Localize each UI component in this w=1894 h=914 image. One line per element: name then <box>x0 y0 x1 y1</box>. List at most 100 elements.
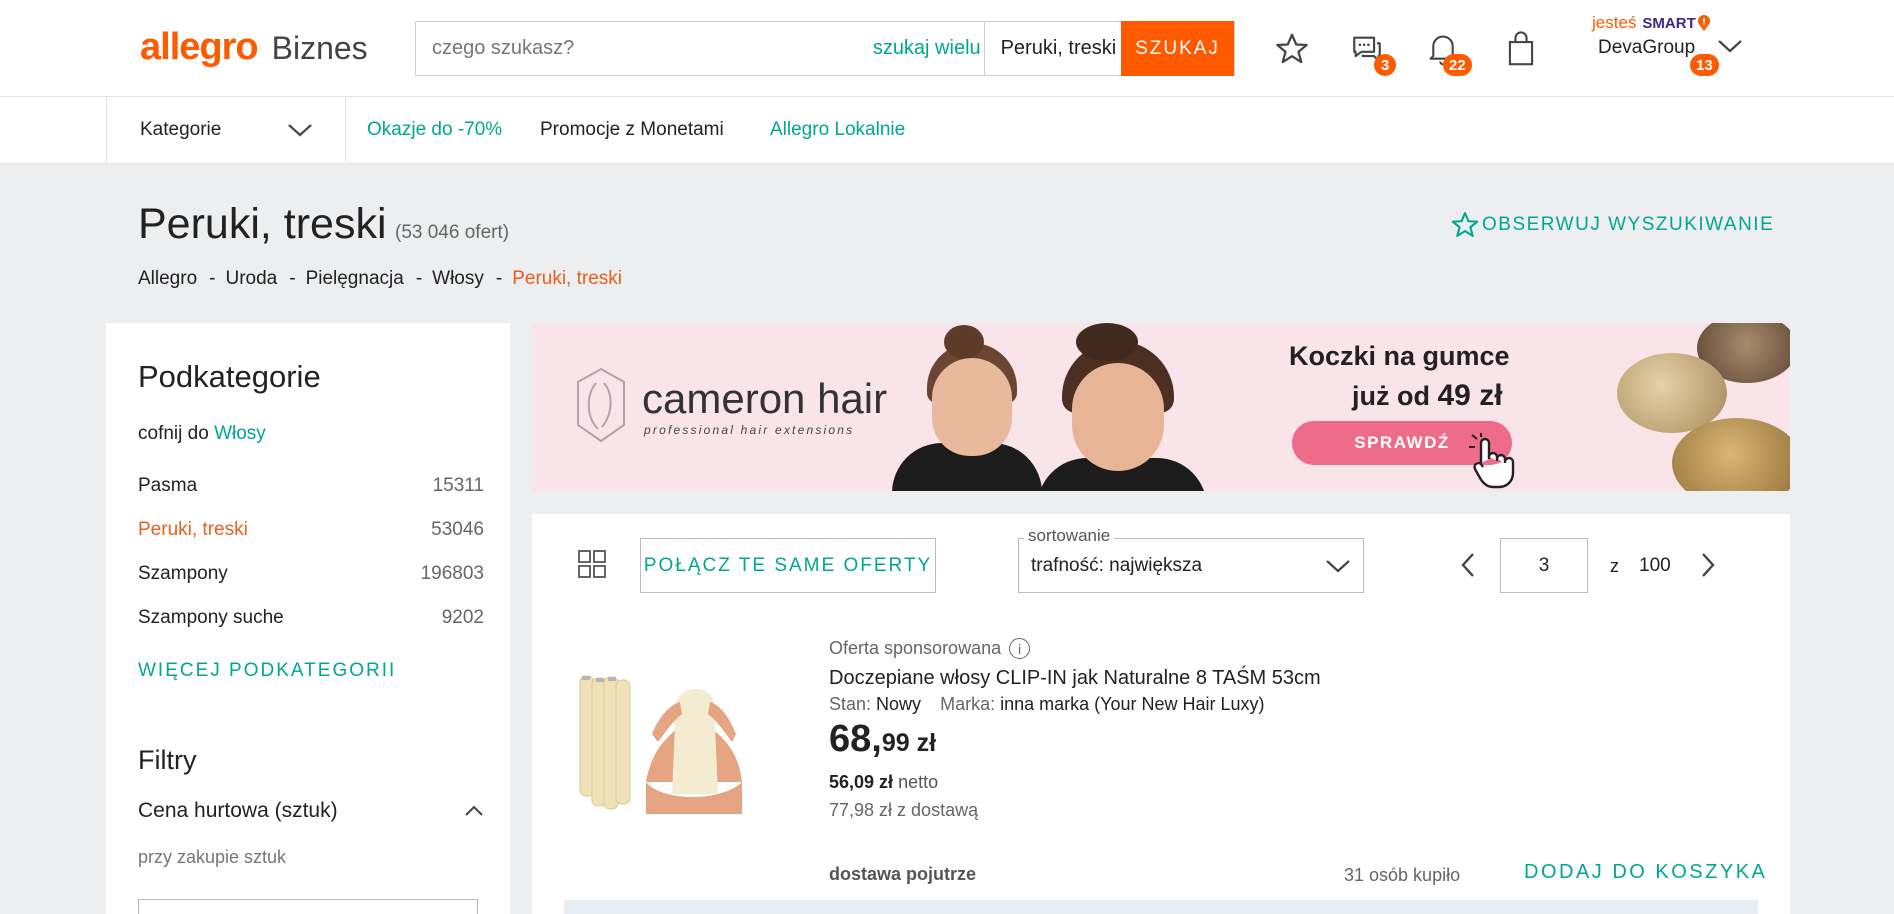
notifications-badge: 22 <box>1443 54 1472 76</box>
back-to-parent: cofnij do Włosy <box>138 423 266 445</box>
quantity-input[interactable] <box>138 899 478 914</box>
offer-netto: 56,09 zł netto <box>829 772 938 793</box>
stan-label: Stan: <box>829 694 872 714</box>
next-offer-row <box>564 900 1758 914</box>
breadcrumb-separator: - <box>495 268 503 289</box>
notifications-bell-icon[interactable]: 22 <box>1422 28 1472 76</box>
subcategory-label: Pasma <box>138 475 198 496</box>
subcategory-item[interactable]: Szampony 196803 <box>138 563 484 585</box>
cart-bag-icon[interactable] <box>1500 28 1542 70</box>
subcategory-label: Szampony suche <box>138 607 284 628</box>
page-number-input[interactable] <box>1500 538 1588 593</box>
banner-brand-sub: professional hair extensions <box>644 423 855 437</box>
pointer-hand-icon <box>1469 433 1515 489</box>
subcategory-item-active[interactable]: Peruki, treski 53046 <box>138 519 484 541</box>
logo-biznes: Biznes <box>271 30 368 66</box>
merge-offers-button[interactable]: POŁĄCZ TE SAME OFERTY <box>640 538 936 593</box>
search-category-value: Peruki, treski <box>1000 37 1117 59</box>
sort-value: trafność: największa <box>1031 554 1203 576</box>
subcategory-label: Szampony <box>138 563 228 584</box>
smart-label: SMART <box>1642 14 1696 32</box>
cameron-hair-logo-icon <box>577 367 625 443</box>
netto-label: netto <box>898 772 939 792</box>
nav-link-allegro-lokalnie[interactable]: Allegro Lokalnie <box>770 119 905 141</box>
user-account-name[interactable]: DevaGroup <box>1598 37 1695 59</box>
sort-label: sortowanie <box>1024 526 1115 546</box>
back-link[interactable]: Włosy <box>214 423 266 444</box>
user-badge: 13 <box>1690 54 1719 76</box>
offer-shipping-time: dostawa pojutrze <box>829 864 977 884</box>
breadcrumb-separator: - <box>415 268 423 289</box>
messages-icon[interactable]: 3 <box>1346 28 1396 76</box>
banner-price-prefix: już od <box>1352 381 1430 411</box>
price-filter-header[interactable]: Cena hurtowa (sztuk) <box>138 799 484 823</box>
offer-price: 68,99 zł <box>829 718 936 761</box>
sponsored-text: Oferta sponsorowana <box>829 638 1002 658</box>
grid-view-icon[interactable] <box>578 550 606 578</box>
more-subcategories-link[interactable]: WIĘCEJ PODKATEGORII <box>138 660 396 682</box>
banner-brand: cameron hair <box>642 375 888 422</box>
top-header: allegro Biznes szukaj wielu Peruki, tres… <box>0 0 1894 97</box>
listing-panel: POŁĄCZ TE SAME OFERTY sortowanie trafnoś… <box>532 514 1790 914</box>
observe-label: OBSERWUJ WYSZUKIWANIE <box>1482 214 1775 235</box>
add-to-cart-button[interactable]: DODAJ DO KOSZYKA <box>1524 861 1767 884</box>
back-prefix: cofnij do <box>138 423 209 444</box>
allegro-biznes-logo[interactable]: allegro Biznes <box>140 26 368 69</box>
promo-banner[interactable]: cameron hair professional hair extension… <box>532 323 1790 491</box>
subcategory-count: 53046 <box>431 519 484 540</box>
breadcrumb-item[interactable]: Allegro <box>138 268 197 290</box>
subcategory-item[interactable]: Pasma 15311 <box>138 475 484 497</box>
categories-label: Kategorie <box>140 119 222 140</box>
info-icon[interactable]: i <box>1009 638 1031 659</box>
subcategories-title: Podkategorie <box>138 359 321 394</box>
chevron-down-icon <box>1326 559 1350 572</box>
sort-select[interactable]: trafność: największa <box>1018 538 1364 593</box>
chevron-down-icon <box>288 124 312 137</box>
offer-bought-count: 31 osób kupiło <box>1344 865 1461 885</box>
nav-link-promocje[interactable]: Promocje z Monetami <box>540 119 724 141</box>
offer-title-link[interactable]: Doczepiane włosy CLIP-IN jak Naturalne 8… <box>829 667 1321 690</box>
page-total: 100 <box>1639 555 1671 576</box>
page-of-label: z <box>1610 556 1619 576</box>
subcategory-count: 196803 <box>420 563 484 584</box>
messages-badge: 3 <box>1374 54 1396 76</box>
breadcrumb-item[interactable]: Uroda <box>225 268 277 290</box>
search-multi-link[interactable]: szukaj wielu <box>870 22 985 75</box>
next-page-icon[interactable] <box>1700 552 1716 578</box>
breadcrumb-separator: - <box>289 268 296 289</box>
breadcrumb-current[interactable]: Peruki, treski <box>512 268 622 290</box>
breadcrumb-separator: - <box>209 268 216 289</box>
breadcrumb-item[interactable]: Pielęgnacja <box>306 268 404 290</box>
stan-value: Nowy <box>876 694 922 714</box>
banner-headline: Koczki na gumce <box>1289 341 1510 371</box>
subcategory-label: Peruki, treski <box>138 519 248 540</box>
sidebar: Podkategorie cofnij do Włosy Pasma 15311… <box>106 323 510 914</box>
offers-count: (53 046 ofert) <box>395 222 510 243</box>
favorites-star-icon[interactable] <box>1271 28 1313 70</box>
chevron-up-icon <box>465 805 483 816</box>
banner-price-line: już od 49 zł <box>1352 379 1503 413</box>
subcategory-count: 15311 <box>432 475 484 496</box>
marka-value: inna marka (Your New Hair Luxy) <box>1000 694 1265 714</box>
categories-dropdown[interactable]: Kategorie <box>106 97 346 163</box>
offer-image[interactable] <box>572 674 802 834</box>
search-input[interactable] <box>416 22 870 75</box>
prev-page-icon[interactable] <box>1460 552 1476 578</box>
smart-status[interactable]: jesteś SMART <box>1592 13 1711 33</box>
user-menu-chevron-icon[interactable] <box>1717 38 1743 54</box>
breadcrumb-item[interactable]: Włosy <box>432 268 484 290</box>
netto-value: 56,09 zł <box>829 772 894 792</box>
star-outline-icon <box>1451 212 1479 237</box>
subcategory-item[interactable]: Szampony suche 9202 <box>138 607 484 629</box>
location-pin-icon <box>1697 14 1710 31</box>
offer-delivery-price: 77,98 zł z dostawą <box>829 800 979 820</box>
observe-search-button[interactable]: OBSERWUJ WYSZUKIWANIE <box>1450 210 1774 240</box>
price-integer: 68, <box>829 718 882 760</box>
search-bar: szukaj wielu Peruki, treski <box>415 21 1235 76</box>
nav-link-okazje[interactable]: Okazje do -70% <box>367 119 502 141</box>
price-filter-label: Cena hurtowa (sztuk) <box>138 799 338 822</box>
search-button[interactable]: SZUKAJ <box>1121 21 1234 76</box>
filters-title: Filtry <box>138 745 197 775</box>
smart-prefix: jesteś <box>1592 13 1637 32</box>
breadcrumb: Allegro - Uroda - Pielęgnacja - Włosy - … <box>138 268 622 290</box>
